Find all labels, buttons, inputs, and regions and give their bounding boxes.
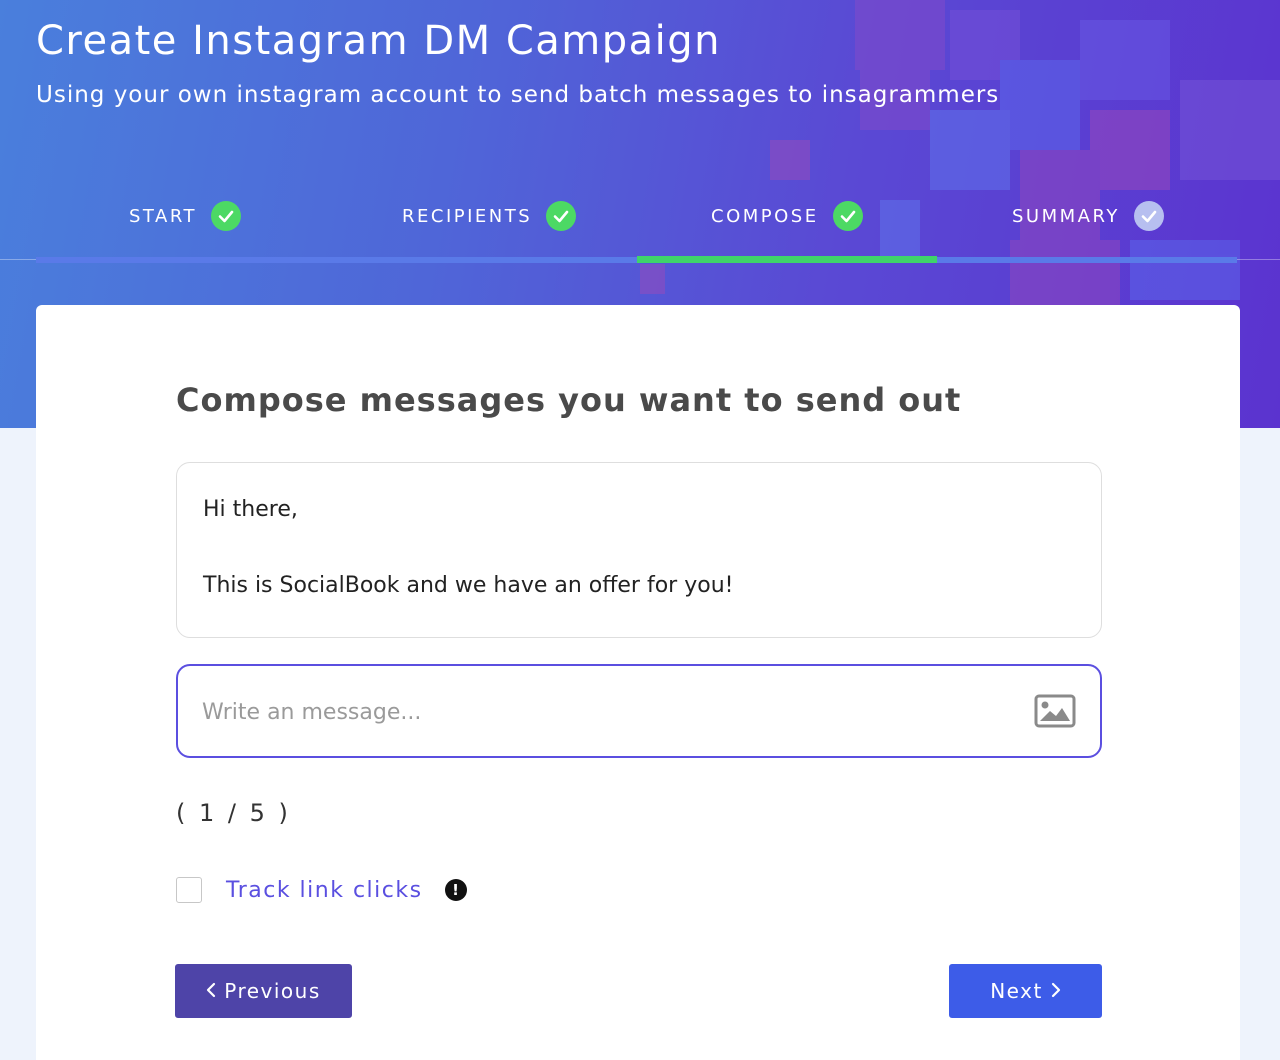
wizard-steps: START RECIPIENTS COMPOSE SUMMARY (0, 196, 1280, 236)
check-circle-icon (211, 201, 242, 231)
message-counter: ( 1 / 5 ) (176, 799, 291, 827)
step-recipients[interactable]: RECIPIENTS (402, 196, 577, 236)
message-preview[interactable]: Hi there, This is SocialBook and we have… (176, 462, 1102, 638)
message-line: This is SocialBook and we have an offer … (203, 573, 734, 598)
check-circle-icon (832, 201, 863, 231)
previous-button-label: Previous (224, 979, 321, 1003)
section-heading: Compose messages you want to send out (176, 381, 962, 419)
step-label-compose: COMPOSE (711, 205, 819, 227)
image-upload-icon[interactable] (1034, 694, 1076, 732)
step-start[interactable]: START (129, 196, 242, 236)
track-link-row: Track link clicks ! (176, 877, 467, 903)
info-icon[interactable]: ! (444, 879, 467, 901)
compose-field[interactable] (176, 664, 1102, 758)
message-line: Hi there, (203, 497, 298, 522)
track-link-checkbox[interactable] (176, 877, 202, 903)
step-label-start: START (129, 205, 198, 227)
next-button[interactable]: Next (949, 964, 1102, 1018)
chevron-left-icon (206, 979, 216, 1003)
next-button-label: Next (990, 979, 1043, 1003)
compose-card: Compose messages you want to send out Hi… (36, 305, 1240, 1060)
progress-active-indicator (637, 256, 937, 263)
step-summary[interactable]: SUMMARY (1012, 196, 1164, 236)
message-input[interactable] (202, 692, 1002, 732)
step-label-recipients: RECIPIENTS (402, 205, 533, 227)
previous-button[interactable]: Previous (175, 964, 352, 1018)
step-label-summary: SUMMARY (1012, 205, 1120, 227)
check-circle-icon (546, 201, 577, 231)
page-title: Create Instagram DM Campaign (36, 18, 722, 64)
track-link-label[interactable]: Track link clicks (226, 878, 423, 903)
page-subtitle: Using your own instagram account to send… (36, 82, 1000, 108)
chevron-right-icon (1051, 979, 1061, 1003)
step-compose[interactable]: COMPOSE (711, 196, 863, 236)
check-circle-icon (1133, 201, 1164, 231)
